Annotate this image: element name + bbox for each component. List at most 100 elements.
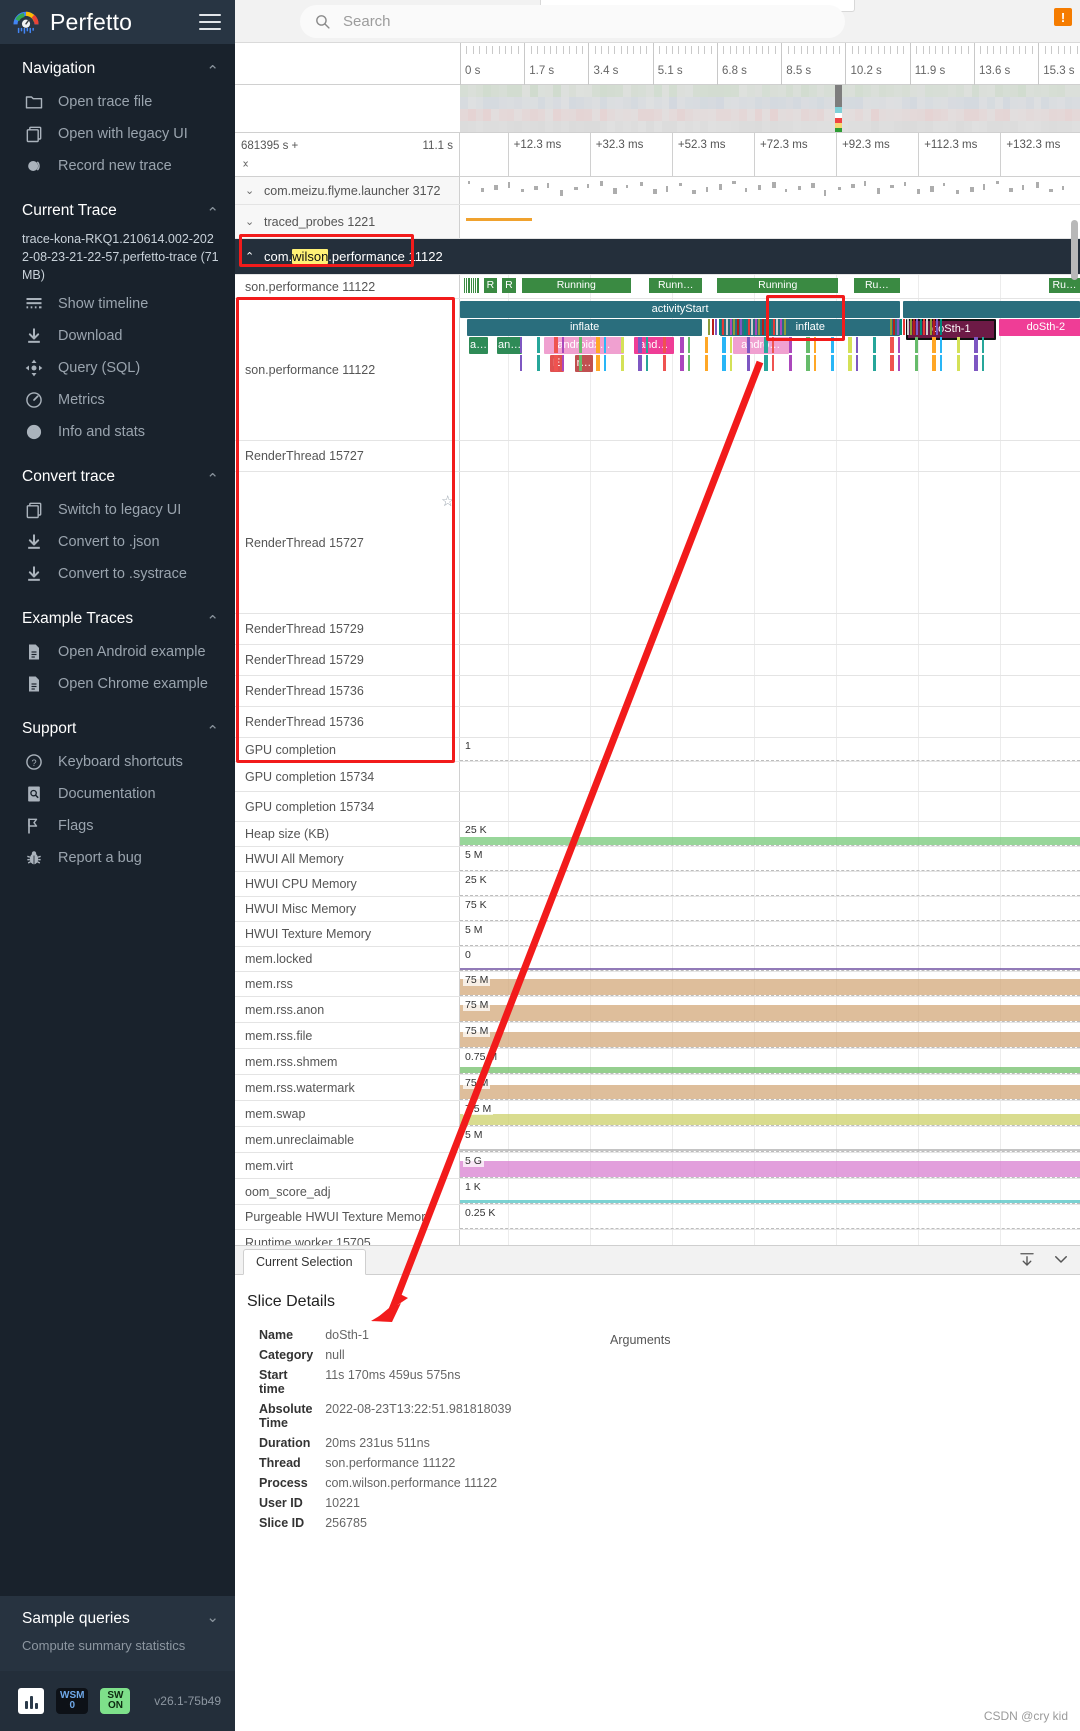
sample-queries-header[interactable]: Sample queries <box>0 1596 235 1636</box>
track-name[interactable]: GPU completion <box>235 738 460 761</box>
track-name[interactable]: HWUI Misc Memory <box>235 897 460 921</box>
track-name[interactable]: GPU completion 15734 <box>235 792 460 821</box>
track-group-row[interactable]: ⌃ com.wilson.performance 11122 <box>235 239 1080 275</box>
track-content[interactable] <box>460 614 1080 644</box>
track-content[interactable] <box>460 707 1080 737</box>
track-row[interactable]: HWUI All Memory 5 M <box>235 847 1080 872</box>
track-name[interactable]: RenderThread 15729 <box>235 614 460 644</box>
track-name[interactable]: mem.rss.watermark <box>235 1075 460 1100</box>
slice[interactable]: an… <box>497 337 522 354</box>
search-input[interactable] <box>341 12 831 31</box>
caret-down-icon[interactable]: ⌄ <box>245 184 257 197</box>
caret-up-icon[interactable]: ⌃ <box>245 250 257 263</box>
track-row[interactable]: Purgeable HWUI Texture Memory 0.25 K <box>235 1205 1080 1230</box>
track-group-content[interactable] <box>460 239 1080 274</box>
sidebar-item-query-sql-[interactable]: Query (SQL) <box>0 352 235 384</box>
track-name[interactable]: son.performance 11122 <box>235 275 460 298</box>
cpu-slice[interactable]: R <box>502 278 516 293</box>
slice[interactable]: andro… <box>732 337 789 354</box>
section-header[interactable]: Convert trace <box>0 452 235 494</box>
track-row[interactable]: mem.rss 75 M <box>235 972 1080 997</box>
track-content[interactable]: 25 K <box>460 822 1080 846</box>
track-name[interactable]: mem.virt <box>235 1153 460 1178</box>
track-row[interactable]: RenderThread 15729 <box>235 614 1080 645</box>
track-name[interactable]: RenderThread 15736 <box>235 707 460 737</box>
track-row[interactable]: mem.rss.file 75 M <box>235 1023 1080 1049</box>
track-content[interactable]: 5 M <box>460 922 1080 946</box>
sidebar-item-record-new-trace[interactable]: Record new trace <box>0 150 235 182</box>
track-row[interactable]: son.performance 11122 activityStart inflat… <box>235 299 1080 441</box>
track-group-name[interactable]: ⌄ traced_probes 1221 <box>235 205 460 238</box>
track-row[interactable]: RenderThread 15736 <box>235 707 1080 738</box>
track-row[interactable]: GPU completion 15734 <box>235 762 1080 792</box>
search-box[interactable] <box>300 5 845 38</box>
track-group-row[interactable]: ⌄ traced_probes 1221 <box>235 205 1080 239</box>
chevron-down-icon[interactable] <box>1052 1250 1070 1268</box>
track-content[interactable]: 75 M <box>460 972 1080 996</box>
track-content[interactable]: 5 M <box>460 847 1080 871</box>
sidebar-item-convert-to-json[interactable]: Convert to .json <box>0 526 235 558</box>
sidebar-item-flags[interactable]: Flags <box>0 810 235 842</box>
cpu-slice[interactable]: Ru… <box>853 278 901 293</box>
track-content[interactable]: 75 M <box>460 1023 1080 1048</box>
track-row[interactable]: GPU completion 1 <box>235 738 1080 762</box>
track-name[interactable]: mem.unreclaimable <box>235 1127 460 1152</box>
collapse-icon[interactable] <box>1018 1250 1036 1268</box>
track-content[interactable]: 0.25 K <box>460 1205 1080 1229</box>
track-content[interactable]: 1 <box>460 738 1080 761</box>
track-content[interactable]: 75 K <box>460 897 1080 921</box>
track-row[interactable]: RenderThread 15727 <box>235 472 1080 614</box>
expand-collapse-arrows-icon[interactable]: ⌄ ⌃ <box>241 156 250 175</box>
vertical-scrollbar[interactable] <box>1071 220 1078 280</box>
cpu-slice[interactable]: Runn… <box>649 278 703 293</box>
track-name[interactable]: HWUI CPU Memory <box>235 872 460 896</box>
slice[interactable]: r… <box>574 355 594 372</box>
sidebar-item-show-timeline[interactable]: Show timeline <box>0 288 235 320</box>
track-content[interactable]: 1 K <box>460 1179 1080 1204</box>
track-content[interactable] <box>460 676 1080 706</box>
bookmark-star-icon[interactable]: ☆ <box>441 492 454 510</box>
sidebar-item-switch-to-legacy-ui[interactable]: Switch to legacy UI <box>0 494 235 526</box>
hamburger-icon[interactable] <box>199 14 221 30</box>
track-content[interactable]: 0.75 M <box>460 1049 1080 1074</box>
track-row[interactable]: HWUI CPU Memory 25 K <box>235 872 1080 897</box>
track-content[interactable] <box>460 441 1080 471</box>
track-content[interactable] <box>460 762 1080 791</box>
track-name[interactable]: RenderThread 15729 <box>235 645 460 675</box>
track-content[interactable]: 0 <box>460 947 1080 971</box>
track-row[interactable]: mem.rss.shmem 0.75 M <box>235 1049 1080 1075</box>
track-content[interactable] <box>460 792 1080 821</box>
slice[interactable]: doSth-2 <box>999 319 1080 336</box>
section-header[interactable]: Example Traces <box>0 594 235 636</box>
sidebar-item-keyboard-shortcuts[interactable]: ? Keyboard shortcuts <box>0 746 235 778</box>
chevron-up-icon[interactable] <box>206 62 219 77</box>
tab-current-selection[interactable]: Current Selection <box>243 1249 366 1275</box>
track-group-content[interactable] <box>460 205 1080 238</box>
section-header[interactable]: Navigation <box>0 44 235 86</box>
cpu-slice[interactable]: Running <box>522 278 631 293</box>
track-name[interactable]: son.performance 11122 <box>235 299 460 440</box>
track-name[interactable]: oom_score_adj <box>235 1179 460 1204</box>
sidebar-item-convert-to-systrace[interactable]: Convert to .systrace <box>0 558 235 590</box>
sidebar-item-documentation[interactable]: Documentation <box>0 778 235 810</box>
slice[interactable]: a… <box>469 337 488 354</box>
track-content[interactable]: 7.5 M <box>460 1101 1080 1126</box>
track-row[interactable]: mem.swap 7.5 M <box>235 1101 1080 1127</box>
sidebar-item-open-trace-file[interactable]: Open trace file <box>0 86 235 118</box>
error-badge-button[interactable]: ! <box>1054 8 1072 26</box>
sidebar-item-download[interactable]: Download <box>0 320 235 352</box>
track-row[interactable]: mem.rss.anon 75 M <box>235 997 1080 1023</box>
track-row[interactable]: son.performance 11122 R R Running Runn… Runni… <box>235 275 1080 299</box>
cpu-slice[interactable]: Running <box>717 278 839 293</box>
sidebar-item-open-chrome-example[interactable]: Open Chrome example <box>0 668 235 700</box>
track-name[interactable]: RenderThread 15727 <box>235 472 460 613</box>
track-name[interactable]: mem.rss.file <box>235 1023 460 1048</box>
sidebar-item-open-android-example[interactable]: Open Android example <box>0 636 235 668</box>
track-content[interactable]: 5 G <box>460 1153 1080 1178</box>
track-content[interactable]: 25 K <box>460 872 1080 896</box>
sidebar-item-metrics[interactable]: Metrics <box>0 384 235 416</box>
track-name[interactable]: Heap size (KB) <box>235 822 460 846</box>
track-row[interactable]: GPU completion 15734 <box>235 792 1080 822</box>
track-name[interactable]: mem.rss <box>235 972 460 996</box>
track-group-row[interactable]: ⌄ com.meizu.flyme.launcher 3172 <box>235 177 1080 205</box>
